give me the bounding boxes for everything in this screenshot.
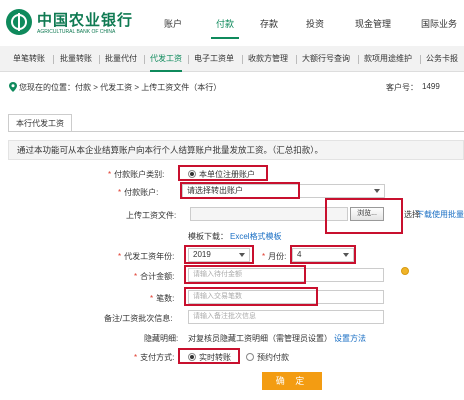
radio-unchecked-icon — [246, 353, 254, 361]
salary-year-select[interactable]: 2019 — [188, 248, 250, 262]
sub-tab-e-payslip[interactable]: 电子工资单 — [194, 50, 234, 68]
salary-year-label: * 代发工资年份: — [118, 252, 175, 261]
abc-emblem-icon — [6, 9, 32, 35]
payer-type-label: * 付款账户类别: — [108, 170, 165, 179]
payer-account-label: * 付款账户: — [118, 188, 159, 197]
sub-tab-payee-management[interactable]: 收款方管理 — [248, 50, 288, 68]
upload-file-label: 上传工资文件: — [126, 211, 177, 220]
customer-number-label: 客户号： — [386, 83, 418, 92]
intro-text: 通过本功能可从本企业结算账户向本行个人结算账户批量发放工资。（汇总扣款）。 — [8, 140, 464, 160]
bank-logo[interactable]: 中国农业银行 AGRICULTURAL BANK OF CHINA — [6, 7, 132, 37]
main-tab-international[interactable]: 国际业务 — [415, 13, 463, 39]
sub-tab-bank-code-query[interactable]: 大额行号查询 — [302, 50, 350, 68]
settings-method-link[interactable]: 设置方法 — [334, 333, 366, 344]
radio-checked-icon — [188, 170, 196, 178]
realtime-transfer-radio[interactable]: 实时转账 — [188, 352, 231, 363]
payer-account-select[interactable]: 请选择转出账户 — [182, 184, 385, 198]
breadcrumb-row: 您现在的位置：付款 > 代发工资 > 上传工资文件（本行） 客户号： 1499 — [0, 80, 464, 96]
batch-download-link[interactable]: 下载使用批量 — [416, 209, 464, 220]
coin-icon — [401, 267, 409, 275]
sub-tab-salary[interactable]: 代发工资 — [150, 50, 182, 72]
upload-file-input[interactable] — [190, 207, 348, 221]
remark-label: 备注/工资批次信息: — [104, 314, 173, 323]
panel-divider — [8, 131, 464, 132]
count-label: * 笔数: — [150, 294, 175, 303]
main-tab-account[interactable]: 账户 — [161, 13, 185, 39]
excel-template-link[interactable]: Excel格式模板 — [230, 231, 282, 242]
tab-local-salary[interactable]: 本行代发工资 — [8, 114, 72, 132]
confirm-button[interactable]: 确 定 — [262, 372, 322, 390]
breadcrumb: 您现在的位置：付款 > 代发工资 > 上传工资文件（本行） — [19, 83, 222, 92]
count-input[interactable]: 请输入交易笔数 — [188, 290, 384, 304]
scheduled-payment-radio[interactable]: 预约付款 — [246, 352, 289, 363]
required-marker: * — [108, 170, 112, 179]
month-label: * 月份: — [262, 252, 287, 261]
location-pin-icon — [9, 82, 17, 92]
template-label: 模板下载： — [188, 232, 228, 241]
sub-nav: 单笔转账 批量转账 批量代付 代发工资 电子工资单 收款方管理 大额行号查询 款… — [0, 46, 464, 72]
main-tab-cash-management[interactable]: 现金管理 — [349, 13, 397, 39]
sub-tab-batch-payment[interactable]: 批量代付 — [105, 50, 137, 68]
header: 中国农业银行 AGRICULTURAL BANK OF CHINA 账户 付款 … — [0, 0, 464, 46]
month-select[interactable]: 4 — [292, 248, 354, 262]
bank-name-cn: 中国农业银行 — [37, 12, 134, 29]
pay-method-label: * 支付方式: — [134, 353, 175, 362]
chevron-down-icon — [239, 253, 245, 257]
main-tab-investment[interactable]: 投资 — [303, 13, 327, 39]
radio-checked-icon — [188, 353, 196, 361]
sub-tab-purpose-maintenance[interactable]: 款项用途维护 — [364, 50, 412, 68]
browse-button[interactable]: 浏览... — [350, 207, 384, 221]
remark-input[interactable]: 请输入备注批次信息 — [188, 310, 384, 324]
main-tab-deposit[interactable]: 存款 — [257, 13, 281, 39]
payer-type-radio[interactable]: 本单位注册账户 — [188, 169, 255, 180]
bank-name-en: AGRICULTURAL BANK OF CHINA — [37, 29, 116, 35]
customer-number: 1499 — [422, 82, 440, 91]
hidden-detail-label: 隐藏明细: — [144, 334, 179, 343]
hidden-detail-text: 对复核员隐藏工资明细（需管理员设置） — [188, 334, 332, 343]
sub-tab-single-transfer[interactable]: 单笔转账 — [13, 50, 45, 68]
chevron-down-icon — [343, 253, 349, 257]
main-tab-payment[interactable]: 付款 — [211, 13, 239, 39]
sub-tab-batch-transfer[interactable]: 批量转账 — [60, 50, 92, 68]
total-amount-label: * 合计金额: — [134, 272, 175, 281]
sub-tab-official-card[interactable]: 公务卡报 — [426, 50, 458, 68]
chevron-down-icon — [374, 189, 380, 193]
total-amount-input[interactable]: 请输入待付金额 — [188, 268, 384, 282]
